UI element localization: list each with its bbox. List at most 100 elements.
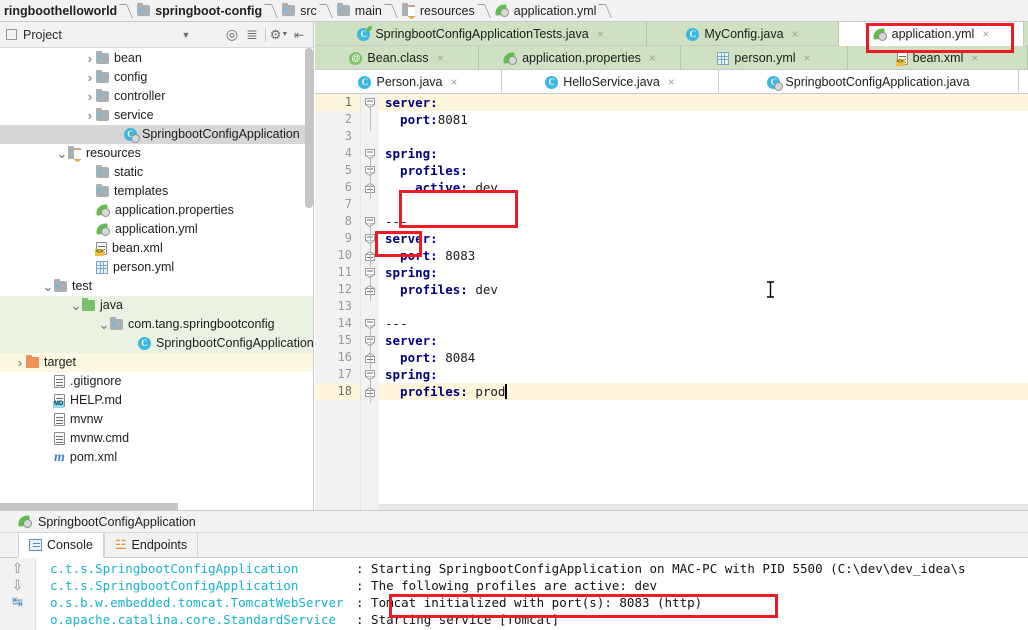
tree-node-label: SpringbootConfigApplication [142, 127, 300, 141]
breadcrumb-item-1[interactable]: springboot-config [133, 0, 266, 21]
tree-node--gitignore[interactable]: .gitignore [0, 372, 313, 391]
tree-node-config[interactable]: › config [0, 68, 313, 87]
tree-node-service[interactable]: › service [0, 106, 313, 125]
close-icon[interactable]: × [982, 28, 989, 40]
tree-node-target[interactable]: › target [0, 353, 313, 372]
code-line-18[interactable]: profiles: prod [379, 383, 1028, 400]
tree-node-mvnw[interactable]: mvnw [0, 410, 313, 429]
tree-vertical-scrollbar[interactable] [305, 48, 313, 208]
tree-horizontal-scrollbar[interactable] [0, 503, 178, 510]
close-icon[interactable]: × [451, 76, 458, 88]
code-line-12[interactable]: profiles: dev [379, 281, 1028, 298]
chevron-right-icon[interactable]: › [84, 106, 96, 125]
breadcrumb-item-5[interactable]: application.yml [491, 0, 601, 21]
close-icon[interactable]: × [437, 52, 444, 64]
editor-tab-person-yml[interactable]: person.yml × [681, 46, 848, 70]
settings-gear-icon[interactable]: ⚙ ▼ [269, 25, 289, 45]
scroll-up-icon[interactable]: ⇧ [12, 561, 24, 575]
editor-tab-person-java[interactable]: C Person.java × [315, 70, 502, 94]
tree-node-com-tang-springbootconfig[interactable]: ⌄ com.tang.springbootconfig [0, 315, 313, 334]
chevron-right-icon[interactable]: › [84, 49, 96, 68]
breadcrumb[interactable]: ringboothelloworld springboot-config src ma… [0, 0, 1028, 22]
editor-tab-springbootconfigapplicationtests-java[interactable]: C SpringbootConfigApplicationTests.java × [315, 22, 647, 46]
tree-node-templates[interactable]: templates [0, 182, 313, 201]
editor-tab-myconfig-java[interactable]: C MyConfig.java × [647, 22, 839, 46]
project-view-dropdown-icon[interactable]: ▼ [176, 25, 196, 45]
code-line-17[interactable]: spring: [379, 366, 1028, 383]
code-content[interactable]: server: port:8081 spring: profiles: acti… [379, 94, 1028, 510]
code-line-6[interactable]: active: dev [379, 179, 1028, 196]
editor-tab-springbootconfigapplication-java[interactable]: C SpringbootConfigApplication.java [719, 70, 1019, 94]
code-line-3[interactable] [379, 128, 1028, 145]
breadcrumb-item-4[interactable]: resources [398, 0, 479, 21]
chevron-right-icon[interactable]: › [84, 87, 96, 106]
code-line-16[interactable]: port: 8084 [379, 349, 1028, 366]
chevron-down-icon[interactable]: ⌄ [98, 318, 110, 331]
tree-node-springbootconfigapplication[interactable]: C SpringbootConfigApplication [0, 334, 313, 353]
console-output[interactable]: c.t.s.SpringbootConfigApplication: Start… [36, 558, 1028, 630]
fold-connector-line [369, 377, 371, 403]
tree-node-label: target [44, 355, 76, 369]
code-line-5[interactable]: profiles: [379, 162, 1028, 179]
tree-node-person-yml[interactable]: person.yml [0, 258, 313, 277]
fold-connector-line [369, 173, 371, 199]
code-line-9[interactable]: server: [379, 230, 1028, 247]
editor-tab-bean-class[interactable]: @ Bean.class × [315, 46, 479, 70]
code-line-15[interactable]: server: [379, 332, 1028, 349]
editor-tab-helloservice-java[interactable]: C HelloService.java × [502, 70, 719, 94]
breadcrumb-item-0[interactable]: ringboothelloworld [0, 0, 121, 21]
project-tree[interactable]: › bean › config › controller › service C Springbo… [0, 48, 313, 510]
tree-node-application-yml[interactable]: application.yml [0, 220, 313, 239]
tree-node-help-md[interactable]: HELP.md [0, 391, 313, 410]
code-line-2[interactable]: port:8081 [379, 111, 1028, 128]
tree-node-bean-xml[interactable]: bean.xml [0, 239, 313, 258]
tree-node-resources[interactable]: ⌄ resources [0, 144, 313, 163]
tree-node-mvnw-cmd[interactable]: mvnw.cmd [0, 429, 313, 448]
tree-node-static[interactable]: static [0, 163, 313, 182]
hide-window-icon[interactable]: ⇤ [289, 25, 309, 45]
scroll-down-icon[interactable]: ⇩ [12, 578, 24, 592]
line-number: 7 [344, 197, 352, 211]
close-icon[interactable]: × [649, 52, 656, 64]
code-line-8[interactable]: --- [379, 213, 1028, 230]
close-icon[interactable]: × [804, 52, 811, 64]
tree-node-test[interactable]: ⌄ test [0, 277, 313, 296]
collapse-all-icon[interactable]: ≣ [242, 25, 262, 45]
console-body: ⇧ ⇩ ↹ c.t.s.SpringbootConfigApplication:… [0, 558, 1028, 630]
tree-node-controller[interactable]: › controller [0, 87, 313, 106]
run-tab-console[interactable]: Console [18, 533, 104, 558]
editor-tab-application-yml[interactable]: application.yml × [839, 22, 1024, 46]
run-tab-endpoints[interactable]: ☳ Endpoints [103, 533, 199, 557]
chevron-down-icon[interactable]: ⌄ [56, 147, 68, 160]
close-icon[interactable]: × [971, 52, 978, 64]
close-icon[interactable]: × [668, 76, 675, 88]
breadcrumb-item-2[interactable]: src [278, 0, 321, 21]
code-line-1[interactable]: server: [379, 94, 1028, 111]
tree-node-pom-xml[interactable]: m pom.xml [0, 448, 313, 467]
code-line-4[interactable]: spring: [379, 145, 1028, 162]
tree-node-bean[interactable]: › bean [0, 49, 313, 68]
tree-node-springbootconfigapplication[interactable]: C SpringbootConfigApplication [0, 125, 313, 144]
close-icon[interactable]: × [597, 28, 604, 40]
editor-tab-application-properties[interactable]: application.properties × [479, 46, 681, 70]
editor-tab-bean-xml[interactable]: bean.xml × [848, 46, 1028, 70]
chevron-down-icon[interactable]: ⌄ [42, 280, 54, 293]
breadcrumb-item-3[interactable]: main [333, 0, 386, 21]
chevron-right-icon[interactable]: › [14, 353, 26, 372]
code-folding-gutter[interactable] [361, 94, 379, 510]
close-icon[interactable]: × [792, 28, 799, 40]
chevron-right-icon[interactable]: › [84, 68, 96, 87]
code-line-10[interactable]: port: 8083 [379, 247, 1028, 264]
file-icon-icon [54, 413, 65, 426]
code-line-14[interactable]: --- [379, 315, 1028, 332]
soft-wrap-icon[interactable]: ↹ [12, 595, 23, 609]
locate-icon[interactable]: ◎ [222, 25, 242, 45]
code-line-13[interactable] [379, 298, 1028, 315]
code-editor[interactable]: 1 2 3 4 5 6 7 8 9 10 11 12 13 14 15 16 17 18 server: port… [315, 94, 1028, 510]
run-tool-window: SpringbootConfigApplication Console ☳ Endp… [0, 510, 1028, 630]
tree-node-java[interactable]: ⌄ java [0, 296, 313, 315]
chevron-down-icon[interactable]: ⌄ [70, 299, 82, 312]
code-line-7[interactable] [379, 196, 1028, 213]
code-line-11[interactable]: spring: [379, 264, 1028, 281]
tree-node-application-properties[interactable]: application.properties [0, 201, 313, 220]
